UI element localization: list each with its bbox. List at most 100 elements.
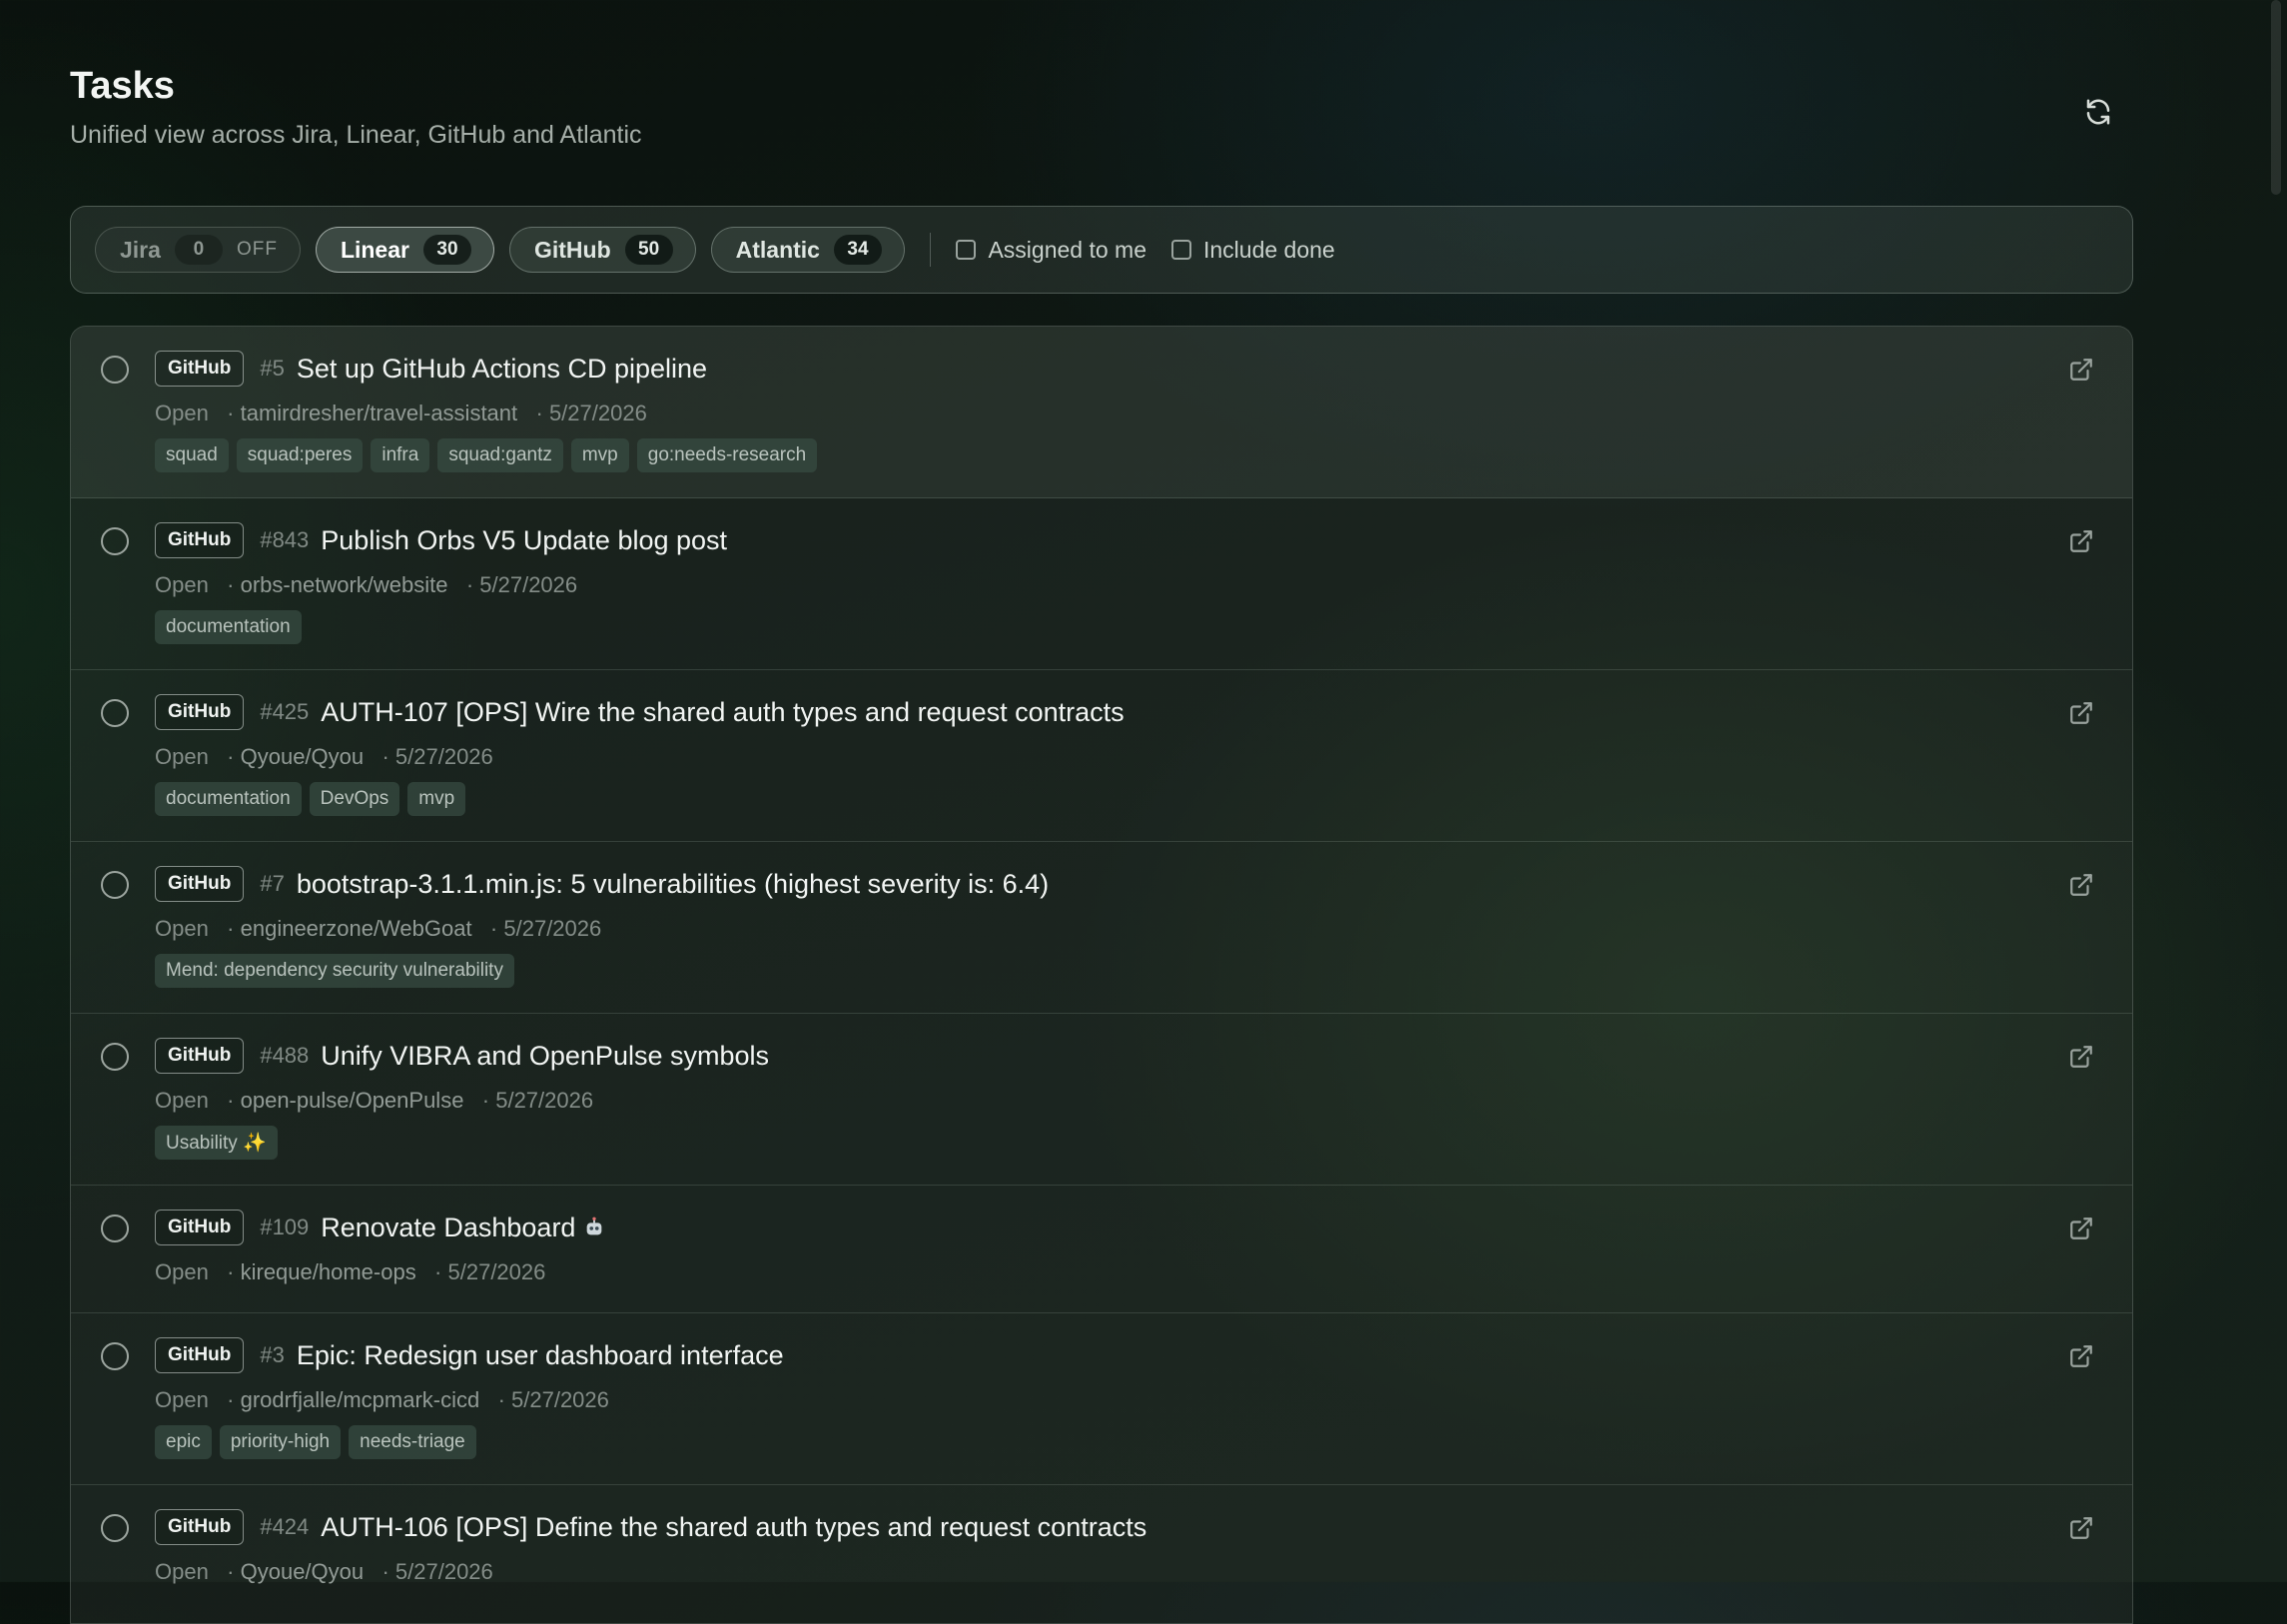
task-row[interactable]: GitHub #7 bootstrap-3.1.1.min.js: 5 vulner…	[71, 842, 2132, 1014]
task-title[interactable]: bootstrap-3.1.1.min.js: 5 vulnerabilitie…	[297, 869, 1049, 900]
task-repo[interactable]: Qyoue/Qyou	[241, 1559, 365, 1584]
task-status: Open	[155, 401, 209, 425]
open-external-link[interactable]	[2068, 528, 2094, 554]
task-complete-toggle[interactable]	[101, 699, 129, 727]
task-labels: Mend: dependency security vulnerability	[155, 954, 514, 988]
page-subtitle: Unified view across Jira, Linear, GitHub…	[70, 121, 642, 150]
task-row[interactable]: GitHub #488 Unify VIBRA and OpenPulse symb…	[71, 1014, 2132, 1186]
open-external-link[interactable]	[2068, 1044, 2094, 1070]
source-badge: GitHub	[155, 866, 245, 902]
open-external-link[interactable]	[2068, 1343, 2094, 1369]
include-done-checkbox[interactable]	[1171, 240, 1191, 260]
source-chip-github[interactable]: GitHub 50	[508, 227, 696, 273]
task-title[interactable]: Set up GitHub Actions CD pipeline	[297, 354, 707, 385]
assigned-to-me-toggle[interactable]: Assigned to me	[956, 237, 1146, 264]
task-labels: epic priority-high needs-triage	[155, 1425, 476, 1459]
task-title[interactable]: Renovate Dashboard	[321, 1213, 575, 1243]
open-external-link[interactable]	[2068, 700, 2094, 726]
task-meta: Open · tamirdresher/travel-assistant · 5…	[155, 401, 647, 426]
task-title-row: GitHub #425 AUTH-107 [OPS] Wire the shared…	[155, 694, 1125, 730]
task-title-row: GitHub #5 Set up GitHub Actions CD pipelin…	[155, 351, 707, 387]
task-repo[interactable]: grodrfjalle/mcpmark-cicd	[241, 1387, 480, 1412]
task-complete-toggle[interactable]	[101, 1043, 129, 1071]
external-link-icon	[2070, 1345, 2092, 1367]
chip-count: 34	[833, 235, 882, 265]
chip-label: Linear	[340, 236, 409, 263]
task-title[interactable]: Publish Orbs V5 Update blog post	[321, 525, 727, 556]
source-chip-jira[interactable]: Jira 0 OFF	[95, 227, 301, 273]
task-complete-toggle[interactable]	[101, 1342, 129, 1370]
task-date: 5/27/2026	[495, 1088, 594, 1113]
include-done-toggle[interactable]: Include done	[1171, 237, 1335, 264]
source-badge: GitHub	[155, 351, 245, 387]
label-tag: documentation	[155, 610, 302, 644]
include-done-label: Include done	[1203, 236, 1335, 263]
external-link-icon	[2070, 874, 2092, 896]
scrollbar-thumb[interactable]	[2271, 0, 2281, 195]
task-repo[interactable]: engineerzone/WebGoat	[241, 916, 472, 941]
task-title[interactable]: AUTH-107 [OPS] Wire the shared auth type…	[321, 697, 1124, 728]
task-row[interactable]: GitHub #843 Publish Orbs V5 Update blog po…	[71, 498, 2132, 670]
source-badge: GitHub	[155, 1038, 245, 1074]
meta-separator: ·	[208, 744, 241, 769]
task-complete-toggle[interactable]	[101, 527, 129, 555]
task-title-row: GitHub #843 Publish Orbs V5 Update blog po…	[155, 522, 727, 558]
task-date: 5/27/2026	[479, 572, 578, 597]
task-date: 5/27/2026	[394, 744, 493, 769]
chip-status: OFF	[236, 239, 278, 260]
task-repo[interactable]: tamirdresher/travel-assistant	[241, 401, 518, 425]
chip-count: 30	[422, 235, 471, 265]
task-status: Open	[155, 1559, 209, 1584]
task-title[interactable]: Unify VIBRA and OpenPulse symbols	[321, 1041, 769, 1072]
task-complete-toggle[interactable]	[101, 1215, 129, 1242]
chip-label: Atlantic	[735, 236, 820, 263]
task-meta: Open · Qyoue/Qyou · 5/27/2026	[155, 1559, 493, 1585]
task-row[interactable]: GitHub #3 Epic: Redesign user dashboard in…	[71, 1313, 2132, 1485]
external-link-icon	[2070, 1517, 2092, 1539]
task-number: #5	[260, 356, 285, 381]
open-external-link[interactable]	[2068, 357, 2094, 383]
page-header: Tasks Unified view across Jira, Linear, …	[70, 60, 642, 150]
task-row[interactable]: GitHub #109 Renovate Dashboard Open · kireq…	[71, 1186, 2132, 1313]
task-repo[interactable]: Qyoue/Qyou	[241, 744, 365, 769]
meta-separator: ·	[208, 401, 241, 425]
open-external-link[interactable]	[2068, 1216, 2094, 1241]
task-row[interactable]: GitHub #425 AUTH-107 [OPS] Wire the shared…	[71, 670, 2132, 842]
open-external-link[interactable]	[2068, 872, 2094, 898]
source-chip-atlantic[interactable]: Atlantic 34	[710, 227, 905, 273]
task-meta: Open · Qyoue/Qyou · 5/27/2026	[155, 744, 493, 770]
task-title[interactable]: Epic: Redesign user dashboard interface	[297, 1340, 784, 1371]
task-repo[interactable]: open-pulse/OpenPulse	[241, 1088, 464, 1113]
task-row[interactable]: GitHub #5 Set up GitHub Actions CD pipelin…	[71, 327, 2132, 498]
assigned-to-me-label: Assigned to me	[988, 236, 1146, 263]
task-complete-toggle[interactable]	[101, 871, 129, 899]
label-tag: squad:peres	[236, 438, 364, 472]
refresh-button[interactable]	[2078, 92, 2118, 132]
task-date: 5/27/2026	[394, 1559, 493, 1584]
source-chip-linear[interactable]: Linear 30	[315, 227, 494, 273]
task-complete-toggle[interactable]	[101, 356, 129, 384]
task-title-row: GitHub #7 bootstrap-3.1.1.min.js: 5 vulner…	[155, 866, 1049, 902]
task-title-row: GitHub #424 AUTH-106 [OPS] Define the shar…	[155, 1509, 1146, 1545]
refresh-icon	[2086, 99, 2110, 125]
task-labels: squad squad:peres infra squad:gantz mvp go:ne…	[155, 438, 818, 472]
task-repo[interactable]: orbs-network/website	[241, 572, 448, 597]
task-complete-toggle[interactable]	[101, 1514, 129, 1542]
task-labels: Usability ✨	[155, 1126, 278, 1160]
meta-separator: ·	[208, 1387, 241, 1412]
meta-separator: ·	[364, 744, 395, 769]
open-external-link[interactable]	[2068, 1515, 2094, 1541]
task-title-row: GitHub #109 Renovate Dashboard	[155, 1210, 605, 1245]
label-tag: squad:gantz	[437, 438, 563, 472]
source-badge: GitHub	[155, 694, 245, 730]
assigned-to-me-checkbox[interactable]	[956, 240, 977, 260]
task-list: GitHub #5 Set up GitHub Actions CD pipelin…	[70, 326, 2133, 1624]
task-meta: Open · orbs-network/website · 5/27/2026	[155, 572, 577, 598]
task-repo[interactable]: kireque/home-ops	[241, 1259, 416, 1284]
task-row[interactable]: GitHub #424 AUTH-106 [OPS] Define the shar…	[71, 1485, 2132, 1623]
meta-separator: ·	[463, 1088, 496, 1113]
label-tag: Mend: dependency security vulnerability	[155, 954, 514, 988]
meta-separator: ·	[208, 1559, 241, 1584]
meta-separator: ·	[208, 572, 241, 597]
task-title[interactable]: AUTH-106 [OPS] Define the shared auth ty…	[321, 1512, 1146, 1543]
